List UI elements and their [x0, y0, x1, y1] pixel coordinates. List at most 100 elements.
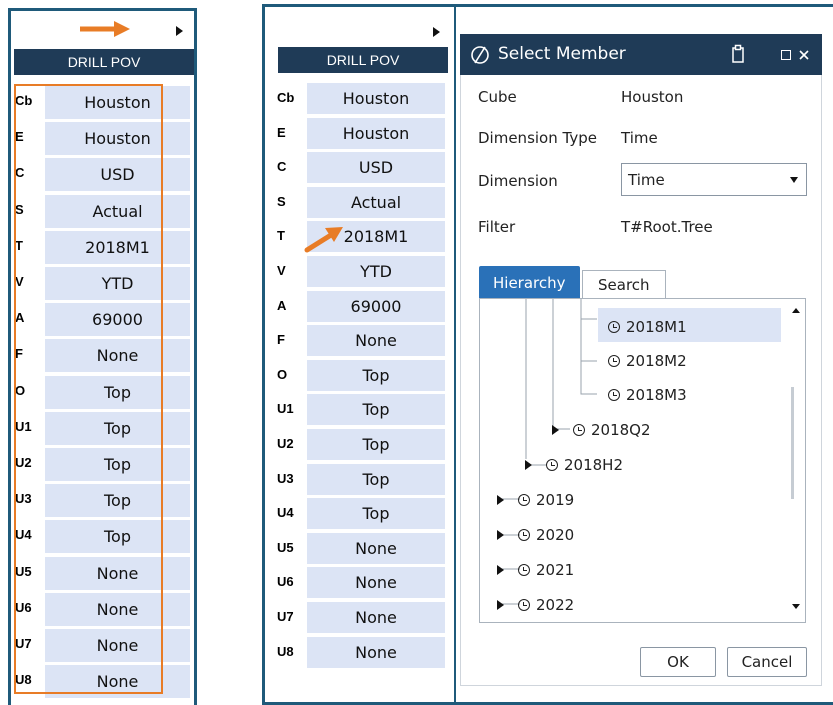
pov-dimension-code: A [277, 297, 287, 313]
collapse-panel-icon[interactable] [176, 26, 183, 36]
scroll-down-icon[interactable] [792, 604, 800, 609]
pov-dimension-code: U5 [277, 539, 294, 555]
pov-member-cell[interactable]: Top [307, 394, 445, 426]
pov-row: U3 Top [277, 463, 447, 500]
maximize-icon[interactable] [781, 50, 791, 60]
tree-item-label: 2022 [536, 596, 575, 614]
cancel-button[interactable]: Cancel [727, 647, 807, 677]
pov-row: U2 Top [277, 429, 447, 465]
pov-row: A 69000 [277, 290, 447, 327]
tree-item-label: 2018M3 [626, 386, 687, 404]
clock-icon [518, 564, 530, 576]
pov-row: C USD [277, 152, 447, 188]
tree-item-2022[interactable]: 2022 [497, 595, 574, 615]
pov-member-cell[interactable]: Houston [307, 83, 445, 114]
tree-item-label: 2018M2 [626, 352, 687, 370]
app-logo-icon [471, 46, 489, 64]
tab-hierarchy[interactable]: Hierarchy [479, 266, 580, 299]
pov-dimension-code: U6 [277, 574, 294, 590]
tab-search[interactable]: Search [582, 270, 666, 299]
cube-value: Houston [621, 88, 684, 106]
pov-member-cell[interactable]: Houston [307, 117, 445, 149]
pov-member-cell[interactable]: Top [307, 498, 445, 530]
tree-item-label: 2019 [536, 491, 575, 509]
clock-icon [573, 424, 585, 436]
clock-icon [518, 529, 530, 541]
tree-item-2020[interactable]: 2020 [497, 525, 574, 545]
clipboard-icon[interactable] [731, 44, 745, 64]
dialog-title: Select Member [498, 44, 626, 64]
pov-dimension-code: U3 [277, 470, 294, 486]
tree-item-2018h2[interactable]: 2018H2 [525, 455, 623, 475]
pov-row: U5 None [277, 532, 447, 569]
tree-item-2018m2[interactable]: 2018M2 [608, 351, 687, 371]
tree-item-label: 2021 [536, 561, 575, 579]
pov-member-cell[interactable]: None [307, 602, 445, 633]
clock-icon [518, 494, 530, 506]
clock-icon [608, 389, 620, 401]
pov-row: U7 None [277, 602, 447, 638]
pov-member-cell[interactable]: None [307, 532, 445, 564]
pov-row: O Top [277, 359, 447, 396]
pov-member-cell[interactable]: None [307, 567, 445, 599]
ok-button[interactable]: OK [640, 647, 716, 677]
tree-item-2018q2[interactable]: 2018Q2 [552, 420, 651, 440]
pov-member-cell[interactable]: None [307, 325, 445, 357]
tree-item-2021[interactable]: 2021 [497, 560, 574, 580]
dimension-select-value: Time [628, 171, 665, 189]
expand-arrow-icon[interactable] [525, 460, 532, 470]
pov-member-cell[interactable]: YTD [307, 256, 445, 287]
dimension-label: Dimension [478, 172, 558, 190]
pov-dimension-code: S [277, 193, 286, 209]
filter-label: Filter [478, 218, 516, 236]
expand-arrow-icon[interactable] [552, 425, 559, 435]
annotation-highlight-box [14, 84, 163, 694]
member-tree[interactable]: 2018M1 2018M2 2018M3 2018Q2 2018H2 2019 … [479, 298, 806, 623]
pov-member-cell[interactable]: Actual [307, 186, 445, 218]
pov-header: DRILL POV [278, 47, 448, 73]
clock-icon [546, 459, 558, 471]
pov-row: E Houston [277, 117, 447, 154]
pov-row: U6 None [277, 567, 447, 603]
tree-item-2019[interactable]: 2019 [497, 490, 574, 510]
pov-member-cell[interactable]: None [307, 636, 445, 668]
pov-dimension-code: U7 [277, 609, 294, 624]
pov-row: Cb Houston [277, 83, 447, 119]
scrollbar-thumb[interactable] [791, 387, 794, 499]
pov-member-cell[interactable]: Top [307, 429, 445, 460]
pov-dimension-code: U4 [277, 505, 294, 521]
pov-row: U8 None [277, 636, 447, 673]
pov-dimension-code: E [277, 124, 286, 140]
pov-dimension-code: U1 [277, 401, 294, 417]
dimension-select[interactable]: Time [621, 163, 807, 196]
expand-arrow-icon[interactable] [497, 565, 504, 575]
chevron-down-icon [790, 177, 798, 183]
pov-member-cell[interactable]: 69000 [307, 290, 445, 322]
dialog-title-bar[interactable]: Select Member [460, 34, 822, 75]
cube-label: Cube [478, 88, 517, 106]
tab-hierarchy-label: Hierarchy [493, 274, 566, 292]
pov-row: V YTD [277, 256, 447, 292]
clock-icon [518, 599, 530, 611]
scroll-up-icon[interactable] [792, 308, 800, 313]
filter-value: T#Root.Tree [621, 218, 713, 236]
pov-member-cell[interactable]: USD [307, 152, 445, 184]
pov-header: DRILL POV [14, 49, 194, 75]
pov-dimension-code: V [277, 263, 286, 278]
expand-arrow-icon[interactable] [497, 495, 504, 505]
collapse-panel-icon[interactable] [433, 27, 440, 37]
pov-dimension-code: Cb [277, 90, 295, 105]
expand-arrow-icon[interactable] [497, 600, 504, 610]
clock-icon [608, 355, 620, 367]
dimension-type-value: Time [621, 129, 658, 147]
pov-member-cell[interactable]: Top [307, 359, 445, 391]
close-icon[interactable] [798, 49, 810, 61]
pov-member-cell[interactable]: Top [307, 463, 445, 495]
annotation-arrow-icon [80, 21, 130, 37]
pov-row: F None [277, 325, 447, 361]
tree-item-2018m1[interactable]: 2018M1 [608, 317, 687, 337]
tree-item-2018m3[interactable]: 2018M3 [608, 385, 687, 405]
pov-dimension-code: O [277, 366, 288, 382]
pov-dimension-code: C [277, 159, 287, 175]
expand-arrow-icon[interactable] [497, 530, 504, 540]
